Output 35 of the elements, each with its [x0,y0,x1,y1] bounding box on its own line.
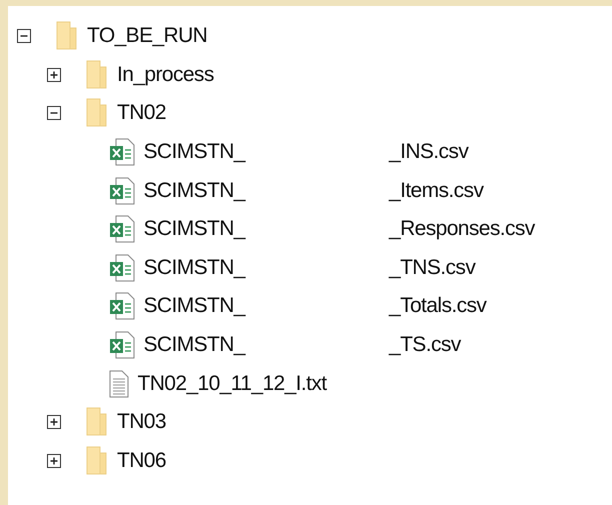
folder-icon [86,98,108,128]
spreadsheet-file-icon [108,215,134,244]
item-name[interactable]: SCIMSTN_ [144,217,245,242]
collapse-icon[interactable] [17,29,31,44]
item-name[interactable]: In_process [117,62,214,87]
item-name-suffix: _TNS.csv [389,256,476,280]
folder-icon [86,60,108,90]
spreadsheet-file-icon [108,292,134,320]
item-name[interactable]: TN02_10_11_12_I.txt [138,372,327,396]
expand-icon[interactable] [47,68,61,82]
spreadsheet-file-icon [108,176,134,205]
item-name[interactable]: TN02 [117,101,166,126]
item-name[interactable]: SCIMSTN_ [144,294,245,318]
item-name-suffix: _INS.csv [389,140,468,164]
folder-icon [56,21,78,52]
spreadsheet-file-icon [108,138,134,166]
expand-icon[interactable] [47,415,61,430]
spreadsheet-file-icon [108,331,134,360]
item-name[interactable]: SCIMSTN_ [144,256,245,280]
item-name[interactable]: SCIMSTN_ [144,333,245,358]
folder-icon [86,446,108,476]
item-name-suffix: _Totals.csv [389,294,486,318]
item-name[interactable]: TN06 [117,448,166,473]
item-name[interactable]: SCIMSTN_ [144,178,245,203]
collapse-icon[interactable] [47,106,61,120]
item-name-suffix: _Items.csv [389,178,484,203]
folder-icon [86,407,108,438]
item-name-suffix: _Responses.csv [389,217,535,242]
text-file-icon [108,370,128,398]
item-name[interactable]: TO_BE_RUN [87,24,208,48]
item-name[interactable]: SCIMSTN_ [144,140,245,164]
expand-icon[interactable] [47,454,61,468]
item-name[interactable]: TN03 [117,410,166,434]
item-name-suffix: _TS.csv [389,333,461,358]
spreadsheet-file-icon [108,254,134,282]
